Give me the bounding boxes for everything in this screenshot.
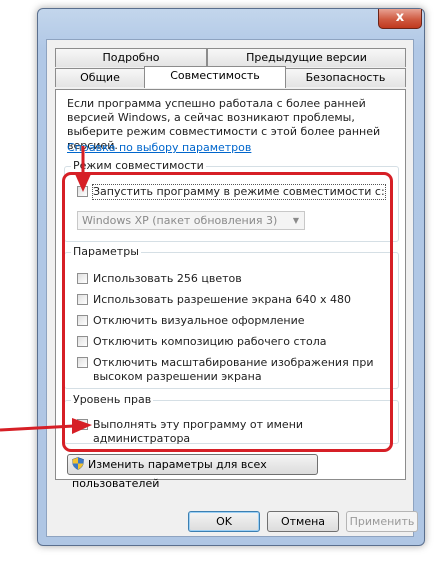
annotation-arrow-admin [0, 418, 92, 434]
annotation-arrow-compat [75, 146, 91, 192]
annotation-arrows [0, 146, 92, 434]
